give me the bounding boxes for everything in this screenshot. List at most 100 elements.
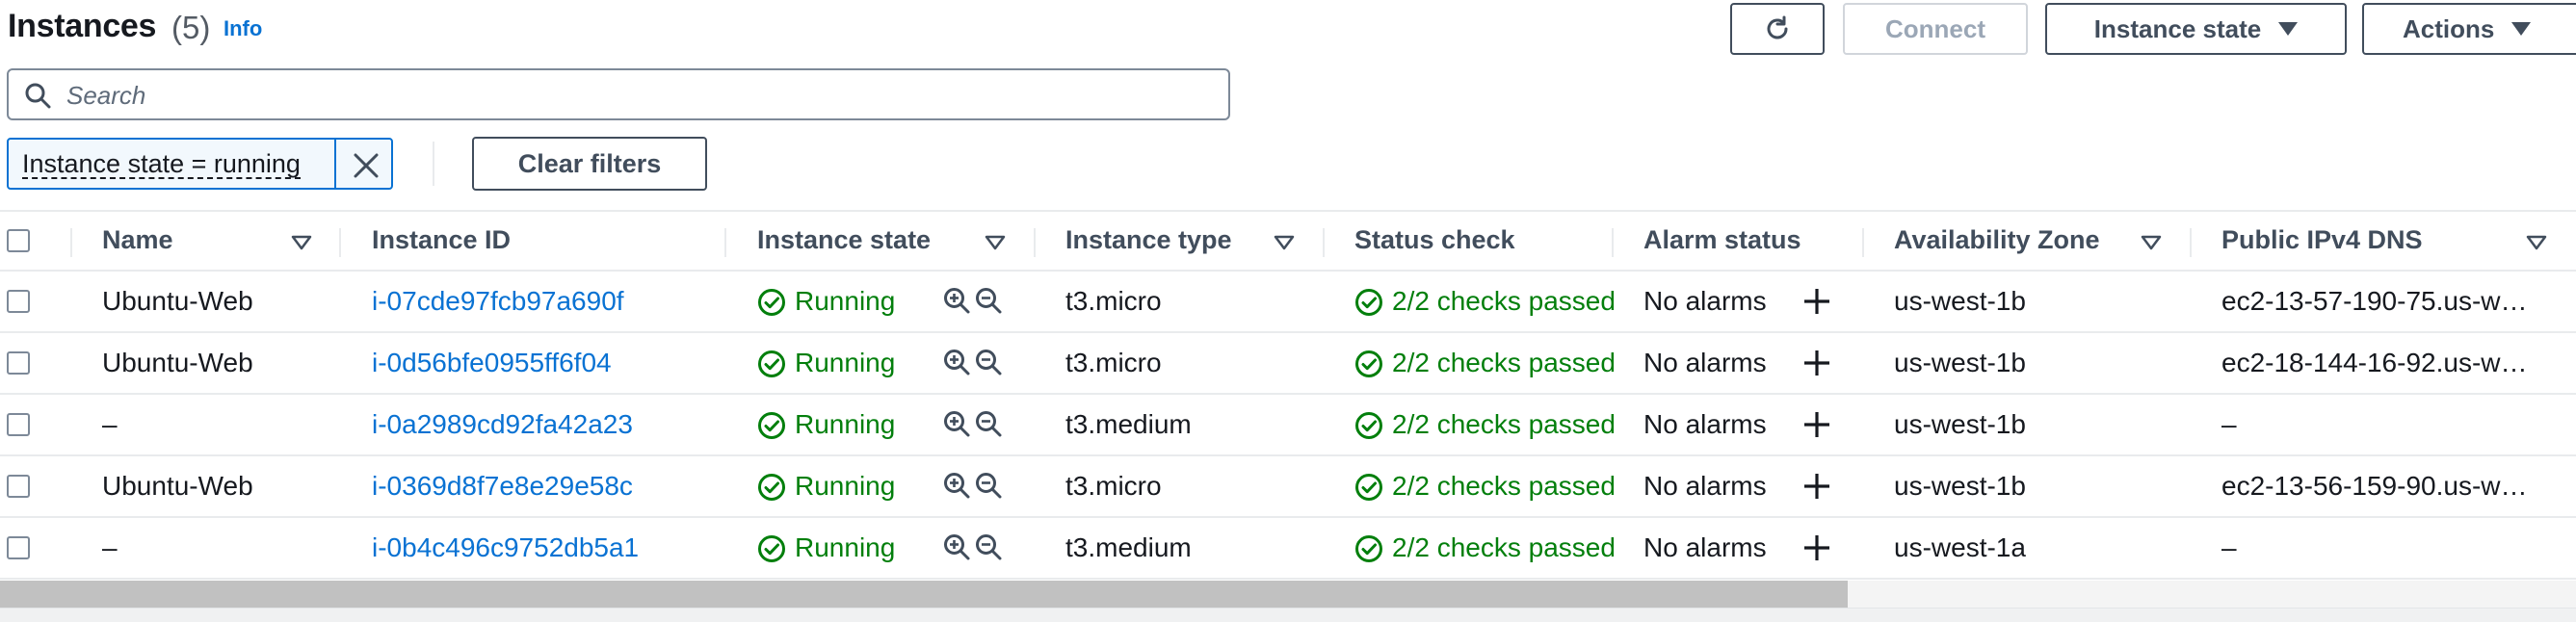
row-checkbox[interactable] (7, 536, 30, 559)
zoom-out-icon[interactable] (974, 348, 1003, 381)
zoom-in-icon[interactable] (942, 286, 971, 320)
instance-id-link[interactable]: i-07cde97fcb97a690f (372, 286, 624, 317)
search-box[interactable] (7, 68, 1230, 120)
row-checkbox[interactable] (7, 351, 30, 375)
row-checkbox[interactable] (7, 290, 30, 313)
success-check-icon (1354, 473, 1383, 506)
success-check-icon (757, 534, 786, 568)
filter-token-label[interactable]: Instance state = running (22, 150, 301, 179)
zoom-in-icon[interactable] (942, 348, 971, 381)
instances-header: Instances (5) Info Connect Instance stat… (0, 0, 2576, 67)
success-check-icon (757, 473, 786, 506)
info-link[interactable]: Info (223, 16, 262, 41)
instance-state-dropdown[interactable]: Instance state (2045, 3, 2347, 55)
column-header-availability-zone[interactable]: Availability Zone (1894, 225, 2100, 255)
column-header-instance-state[interactable]: Instance state (757, 225, 931, 255)
alarm-status-value: No alarms (1643, 471, 1767, 501)
table-row[interactable]: – i-0a2989cd92fa42a23 Running t3.medium 2/2 … (0, 395, 2576, 456)
alarm-status-value: No alarms (1643, 409, 1767, 439)
select-all-checkbox[interactable] (7, 229, 30, 252)
table-footer-edge (0, 608, 2576, 622)
table-row[interactable]: Ubuntu-Web i-0369d8f7e8e29e58c Running t3.m… (0, 456, 2576, 518)
availability-zone-value: us-west-1a (1894, 532, 2026, 562)
column-header-name[interactable]: Name (102, 225, 173, 255)
column-divider (2190, 228, 2192, 257)
instance-id-link[interactable]: i-0d56bfe0955ff6f04 (372, 348, 612, 378)
row-checkbox[interactable] (7, 413, 30, 436)
public-dns-value: – (2221, 532, 2237, 562)
success-check-icon (757, 411, 786, 445)
alarm-status-value: No alarms (1643, 286, 1767, 316)
instance-type-value: t3.medium (1065, 409, 1192, 439)
instance-id-link[interactable]: i-0a2989cd92fa42a23 (372, 409, 633, 440)
status-check-value: 2/2 checks passed (1392, 409, 1616, 439)
zoom-out-icon[interactable] (974, 471, 1003, 505)
sort-icon[interactable] (291, 235, 312, 250)
instance-name: – (102, 409, 118, 439)
status-check-value: 2/2 checks passed (1392, 348, 1616, 377)
column-header-status-check[interactable]: Status check (1354, 225, 1515, 255)
table-row[interactable]: Ubuntu-Web i-0d56bfe0955ff6f04 Running t3.m… (0, 333, 2576, 395)
table-header: Name Instance ID Instance state Instance… (0, 210, 2576, 272)
sort-icon[interactable] (2141, 235, 2162, 250)
sort-icon[interactable] (985, 235, 1006, 250)
column-divider (1862, 228, 1864, 257)
status-check-value: 2/2 checks passed (1392, 286, 1616, 316)
success-check-icon (757, 350, 786, 383)
column-divider (1323, 228, 1325, 257)
column-divider (1612, 228, 1614, 257)
connect-button[interactable]: Connect (1843, 3, 2028, 55)
table-row[interactable]: Ubuntu-Web i-07cde97fcb97a690f Running t3.m… (0, 272, 2576, 333)
refresh-button[interactable] (1730, 3, 1825, 55)
alarm-status-value: No alarms (1643, 348, 1767, 377)
clear-filters-button[interactable]: Clear filters (472, 137, 707, 191)
zoom-in-icon[interactable] (942, 409, 971, 443)
instance-type-value: t3.micro (1065, 348, 1162, 377)
instance-state-value: Running (795, 471, 896, 501)
instance-count: (5) (171, 10, 211, 45)
instance-state-dropdown-label: Instance state (2093, 13, 2262, 43)
column-header-instance-type[interactable]: Instance type (1065, 225, 1232, 255)
sort-icon[interactable] (1274, 235, 1295, 250)
zoom-out-icon[interactable] (974, 409, 1003, 443)
add-alarm-icon[interactable] (1802, 349, 1831, 382)
connect-button-label: Connect (1885, 13, 1985, 43)
scrollbar-thumb[interactable] (0, 581, 1848, 608)
filter-token[interactable]: Instance state = running (7, 138, 393, 190)
column-divider (70, 228, 72, 257)
instance-type-value: t3.micro (1065, 471, 1162, 501)
availability-zone-value: us-west-1b (1894, 471, 2026, 501)
add-alarm-icon[interactable] (1802, 410, 1831, 444)
add-alarm-icon[interactable] (1802, 533, 1831, 567)
instance-state-value: Running (795, 409, 896, 439)
column-header-alarm-status[interactable]: Alarm status (1643, 225, 1801, 255)
clear-filters-label: Clear filters (517, 148, 662, 178)
column-divider (1034, 228, 1036, 257)
instance-name: Ubuntu-Web (102, 471, 253, 501)
zoom-out-icon[interactable] (974, 286, 1003, 320)
instance-state-value: Running (795, 286, 896, 316)
availability-zone-value: us-west-1b (1894, 286, 2026, 316)
zoom-in-icon[interactable] (942, 532, 971, 566)
public-dns-value: ec2-13-56-159-90.us-w… (2221, 471, 2528, 501)
public-dns-value: ec2-18-144-16-92.us-w… (2221, 348, 2528, 377)
add-alarm-icon[interactable] (1802, 287, 1831, 321)
row-checkbox[interactable] (7, 475, 30, 498)
table-row[interactable]: – i-0b4c496c9752db5a1 Running t3.medium 2/2 … (0, 518, 2576, 580)
column-header-public-dns[interactable]: Public IPv4 DNS (2221, 225, 2423, 255)
instance-id-link[interactable]: i-0369d8f7e8e29e58c (372, 471, 633, 502)
instance-state-value: Running (795, 348, 896, 377)
close-icon[interactable] (352, 151, 381, 180)
instance-type-value: t3.medium (1065, 532, 1192, 562)
status-check-value: 2/2 checks passed (1392, 532, 1616, 562)
zoom-in-icon[interactable] (942, 471, 971, 505)
instance-name: Ubuntu-Web (102, 286, 253, 316)
column-header-instance-id[interactable]: Instance ID (372, 225, 511, 255)
actions-dropdown[interactable]: Actions (2362, 3, 2576, 55)
instance-id-link[interactable]: i-0b4c496c9752db5a1 (372, 532, 639, 563)
search-input[interactable] (66, 78, 1213, 113)
add-alarm-icon[interactable] (1802, 472, 1831, 505)
sort-icon[interactable] (2526, 235, 2547, 250)
caret-down-icon (2511, 22, 2532, 36)
zoom-out-icon[interactable] (974, 532, 1003, 566)
